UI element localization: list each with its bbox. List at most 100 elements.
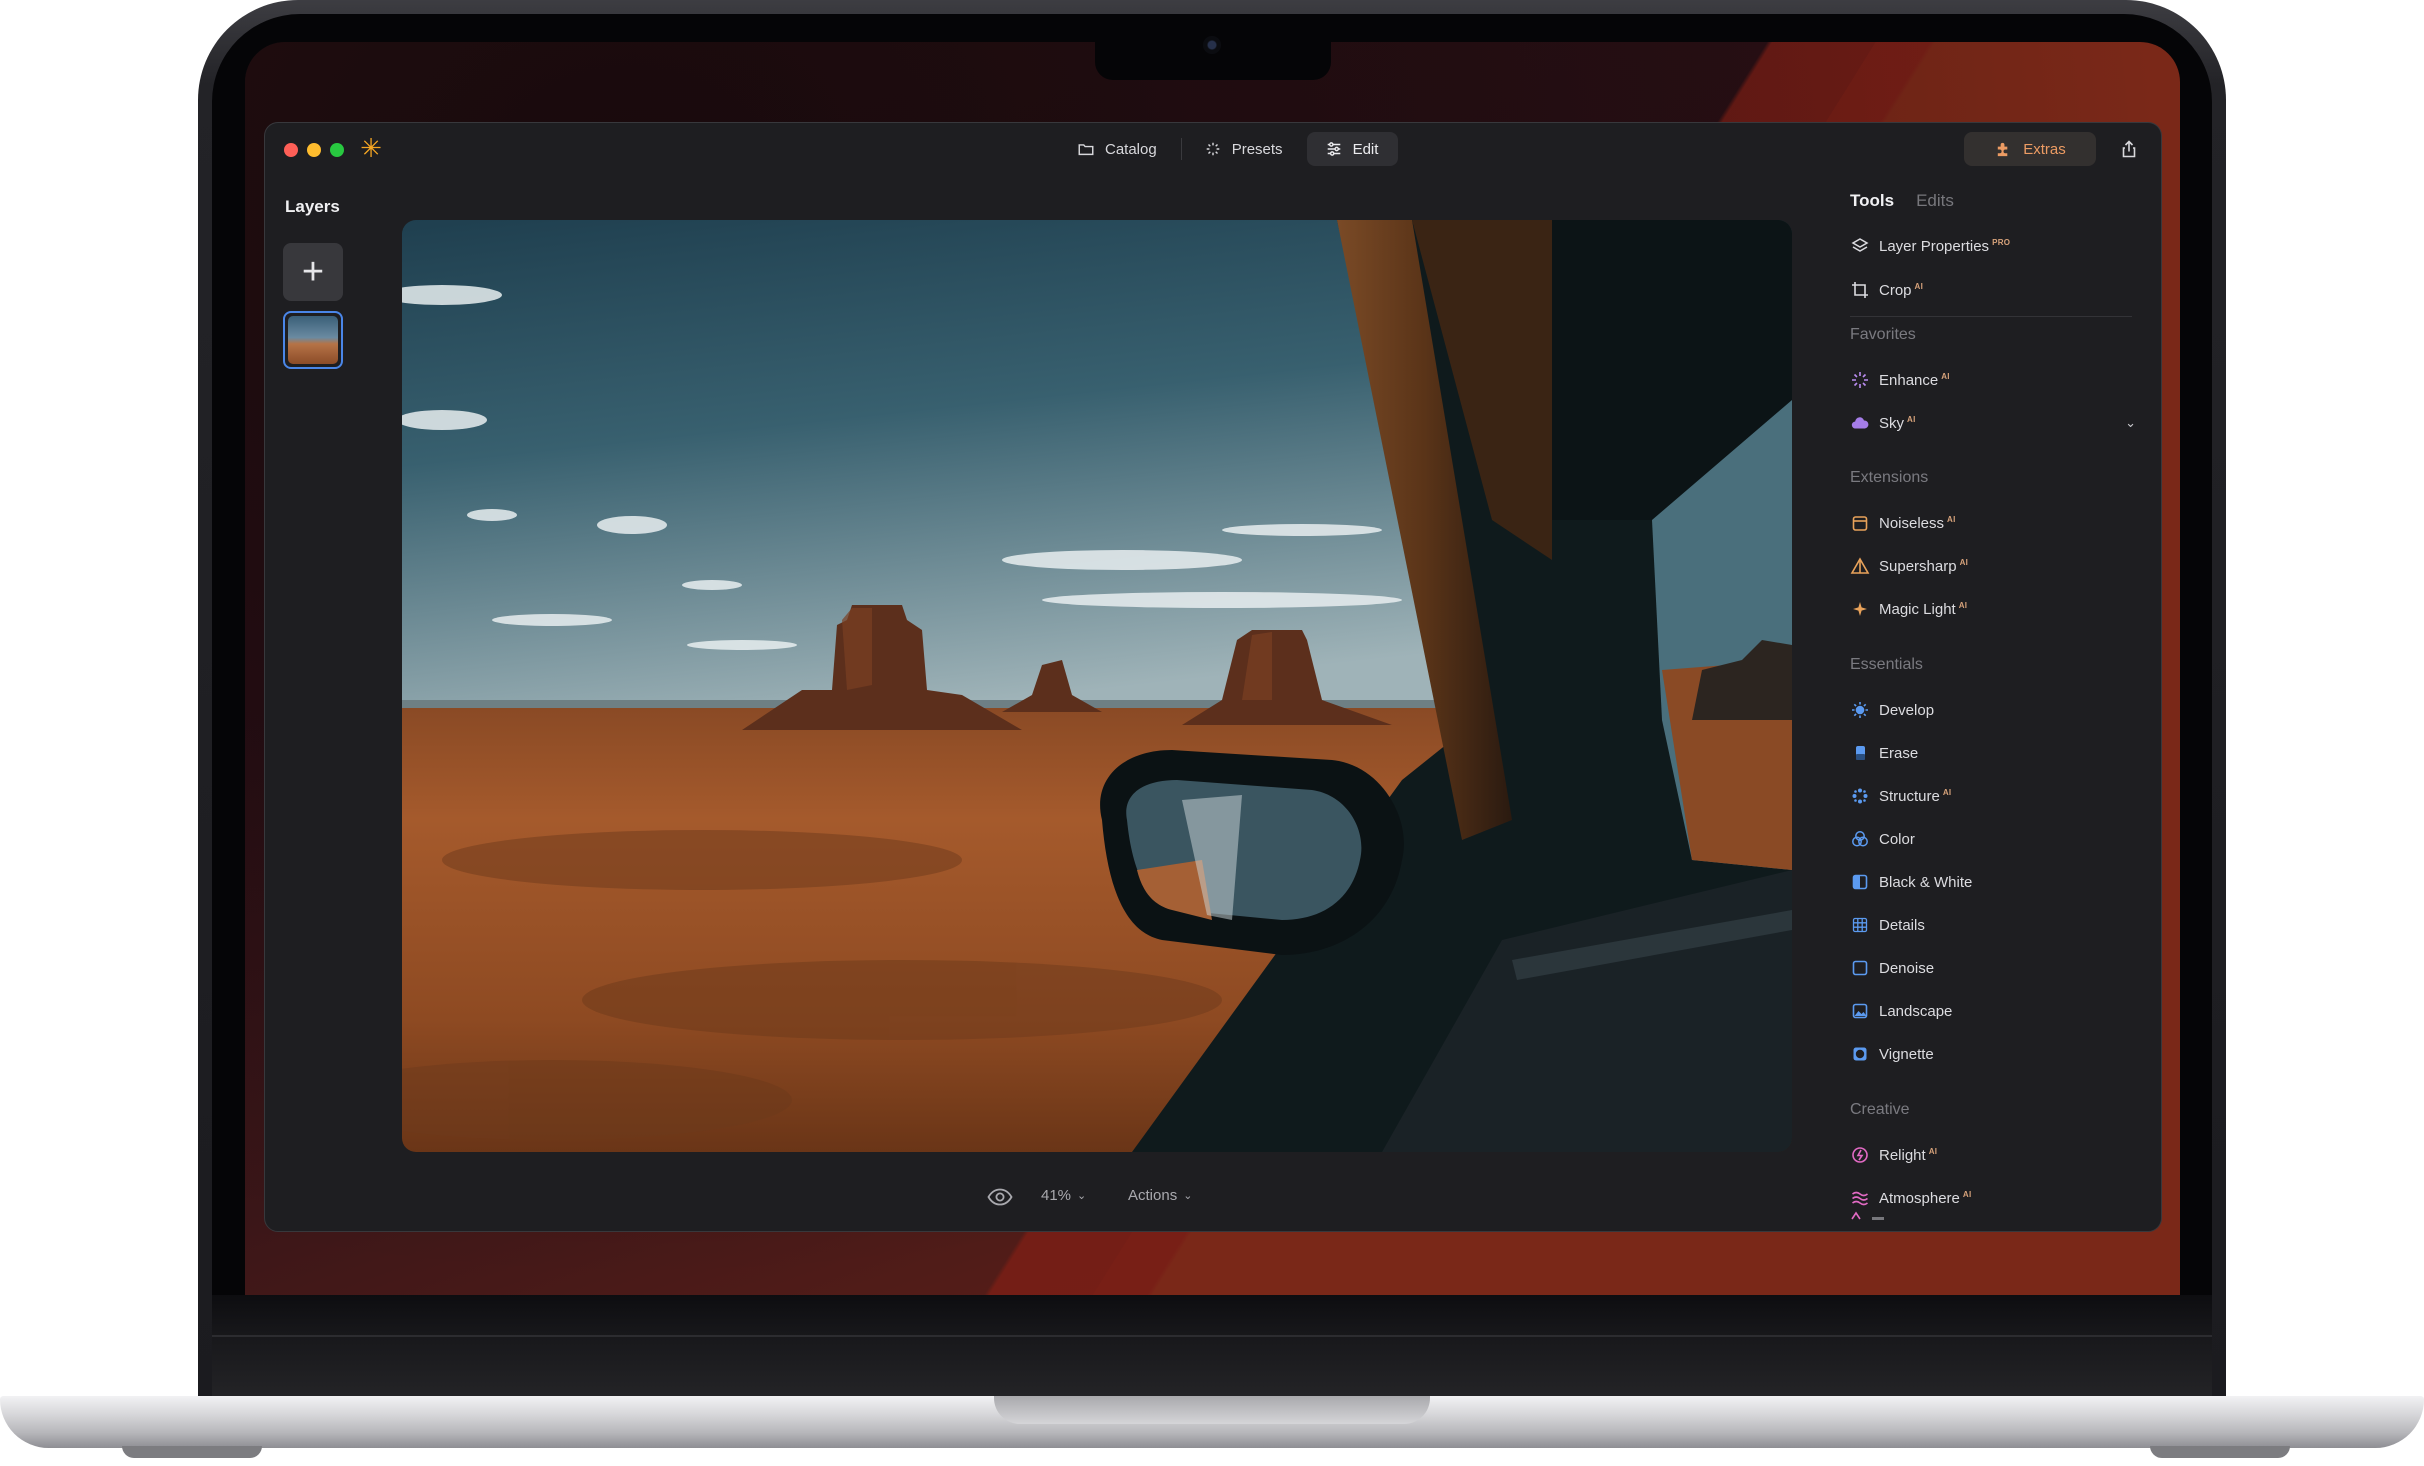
vignette-icon	[1853, 1047, 1867, 1061]
tool-landscape[interactable]: Landscape	[1850, 996, 2150, 1026]
laptop-chin	[212, 1295, 2212, 1400]
zoom-value: 41%	[1041, 1187, 1072, 1204]
tool-develop[interactable]: Develop	[1850, 695, 2150, 725]
plus-icon: +	[301, 251, 325, 293]
details-grid-icon	[1852, 917, 1868, 933]
tool-noiseless[interactable]: Noiseless AI	[1850, 508, 2150, 538]
tool-supersharp[interactable]: Supersharp AI	[1850, 551, 2150, 581]
tool-relight[interactable]: Relight AI	[1850, 1140, 2150, 1170]
share-icon	[2122, 140, 2136, 158]
app-window: ✳ Catalog Presets Edit Extras Layers + 4…	[264, 122, 2162, 1232]
tab-edit[interactable]: Edit	[1306, 132, 1399, 166]
ai-badge: AI	[1928, 1146, 1938, 1156]
ai-badge: AI	[1962, 1189, 1972, 1199]
share-button[interactable]	[2116, 136, 2142, 162]
actions-label: Actions	[1128, 1187, 1178, 1204]
photo-canvas[interactable]	[402, 220, 1792, 1152]
cloud-icon	[1851, 417, 1869, 429]
tab-edits[interactable]: Edits	[1916, 191, 1954, 211]
close-window-button[interactable]	[284, 143, 298, 157]
title-bar: ✳ Catalog Presets Edit Extras	[265, 123, 2161, 175]
relight-icon	[1852, 1147, 1868, 1163]
tool-label: Denoise	[1879, 959, 1935, 977]
tool-label: Layer Properties	[1879, 237, 1990, 255]
crop-icon	[1852, 282, 1868, 298]
eye-icon[interactable]	[987, 1186, 1013, 1208]
tools-tabs: Tools Edits	[1850, 191, 1954, 211]
photo-desert-car-window	[402, 220, 1792, 1152]
tool-erase[interactable]: Erase	[1850, 738, 2150, 768]
tool-enhance[interactable]: Enhance AI	[1850, 365, 2150, 395]
chevron-down-icon[interactable]: ⌄	[2125, 415, 2136, 431]
color-circles-icon	[1852, 831, 1868, 847]
extras-label: Extras	[2023, 140, 2066, 158]
magic-light-icon	[1853, 602, 1867, 616]
tool-label: Atmosphere	[1879, 1189, 1960, 1207]
tool-denoise[interactable]: Denoise	[1850, 953, 2150, 983]
atmosphere-icon	[1852, 1191, 1868, 1206]
laptop-foot-left	[122, 1446, 262, 1458]
tool-label: Erase	[1879, 744, 1919, 762]
tool-label: Details	[1879, 916, 1925, 934]
ai-badge: AI	[1907, 414, 1916, 424]
ai-badge: AI	[1959, 557, 1969, 567]
tool-label: Vignette	[1879, 1045, 1934, 1063]
tool-atmosphere[interactable]: Atmosphere AI	[1850, 1183, 2150, 1213]
tab-edit-label: Edit	[1352, 140, 1379, 158]
tool-vignette[interactable]: Vignette	[1850, 1039, 2150, 1069]
sliders-icon	[1327, 142, 1340, 156]
tool-label: Black & White	[1879, 873, 1973, 891]
supersharp-icon	[1850, 557, 1870, 574]
tool-details[interactable]: Details	[1850, 910, 2150, 940]
tab-tools[interactable]: Tools	[1850, 191, 1894, 211]
zoom-dropdown[interactable]: 41% ⌄	[1041, 1187, 1086, 1204]
landscape-icon	[1852, 1003, 1868, 1019]
tab-catalog-label: Catalog	[1105, 140, 1157, 158]
section-creative: Creative	[1850, 1101, 1910, 1118]
partially-hidden-tool-icon	[1851, 1211, 1884, 1220]
tool-label: Crop	[1879, 281, 1912, 299]
tab-presets[interactable]: Presets	[1186, 132, 1303, 166]
ai-badge: AI	[1958, 600, 1968, 610]
tab-presets-label: Presets	[1231, 140, 1283, 158]
laptop-hinge	[212, 1335, 2212, 1337]
chevron-down-icon: ⌄	[1077, 1190, 1087, 1202]
black-white-icon	[1852, 874, 1868, 890]
tab-catalog[interactable]: Catalog	[1059, 132, 1177, 166]
laptop-opening-notch	[994, 1396, 1430, 1424]
tool-layer-properties[interactable]: Layer Properties PRO	[1850, 231, 2150, 261]
app-logo-icon: ✳	[360, 133, 382, 163]
tool-label: Develop	[1879, 701, 1935, 719]
tool-label: Supersharp	[1879, 557, 1957, 575]
tool-black-white[interactable]: Black & White	[1850, 867, 2150, 897]
tool-magic-light[interactable]: Magic Light AI	[1850, 594, 2150, 624]
canvas-bottom-bar: 41% ⌄ Actions ⌄	[265, 1178, 1929, 1218]
laptop-foot-right	[2150, 1446, 2290, 1458]
tool-label: Landscape	[1879, 1002, 1953, 1020]
tool-structure[interactable]: Structure AI	[1850, 781, 2150, 811]
chevron-down-icon: ⌄	[1183, 1190, 1193, 1202]
divider	[1850, 316, 2132, 317]
sparkle-icon	[1206, 142, 1220, 156]
enhance-icon	[1852, 372, 1868, 388]
denoise-icon	[1852, 960, 1868, 976]
camera-icon	[1203, 36, 1221, 54]
tool-label: Noiseless	[1879, 514, 1945, 532]
layer-thumbnail[interactable]	[283, 311, 343, 369]
tool-color[interactable]: Color	[1850, 824, 2150, 854]
minimize-window-button[interactable]	[307, 143, 321, 157]
maximize-window-button[interactable]	[330, 143, 344, 157]
actions-dropdown[interactable]: Actions ⌄	[1128, 1187, 1192, 1204]
tool-label: Relight	[1879, 1146, 1926, 1164]
mode-tabs: Catalog Presets Edit	[1059, 132, 1399, 166]
folder-icon	[1078, 144, 1094, 156]
add-layer-button[interactable]: +	[283, 243, 343, 301]
noiseless-icon	[1852, 516, 1868, 531]
tool-sky[interactable]: Sky AI ⌄	[1850, 408, 2150, 438]
ai-badge: AI	[1947, 514, 1956, 524]
structure-icon	[1852, 788, 1868, 804]
layers-icon	[1851, 238, 1869, 252]
extras-button[interactable]: Extras	[1964, 132, 2096, 166]
tool-crop[interactable]: Crop AI	[1850, 275, 2150, 305]
layers-title: Layers	[285, 197, 340, 216]
